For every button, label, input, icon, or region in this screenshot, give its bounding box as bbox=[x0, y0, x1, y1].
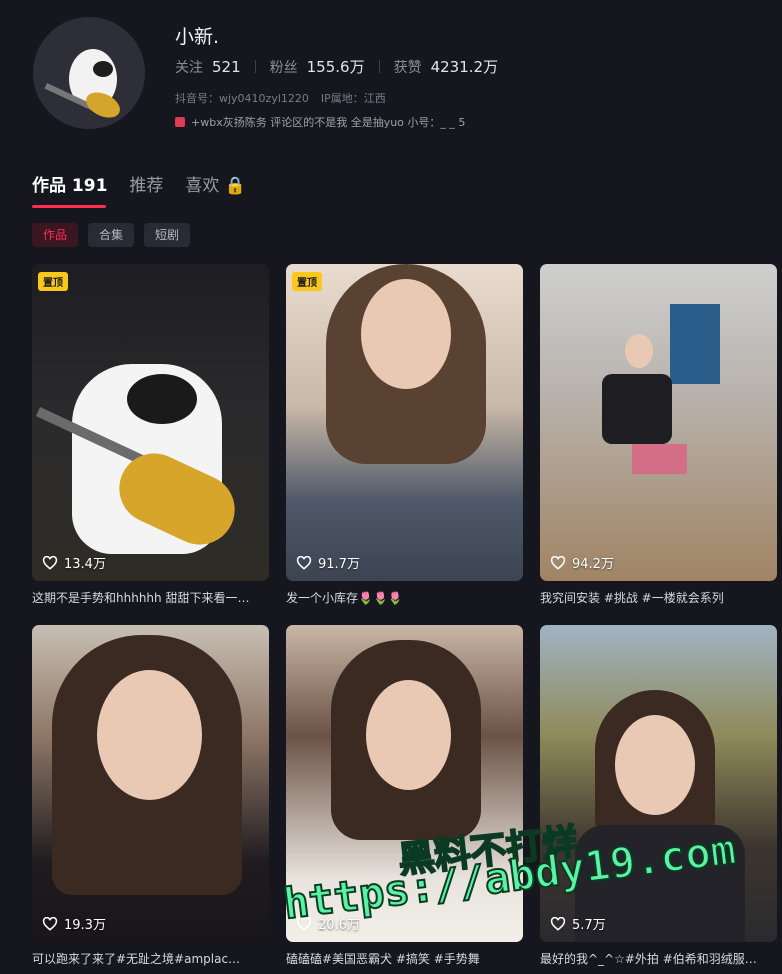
avatar-cat-image bbox=[33, 17, 145, 129]
video-thumbnail[interactable]: 5.7万 bbox=[540, 625, 777, 942]
video-grid: 置顶 13.4万 这期不是手势和hhhhhh 甜甜下来看一… 置顶 91.7万 … bbox=[32, 264, 777, 966]
video-card[interactable]: 19.3万 可以跑来了来了#无趾之境#amplac… bbox=[32, 625, 269, 966]
video-thumbnail[interactable]: 置顶 13.4万 bbox=[32, 264, 269, 581]
stat-label: 粉丝 bbox=[269, 59, 298, 76]
bio-text: +wbx灰扬陈务 评论区的不是我 全是抽yuo 小号：_ _ 5 bbox=[191, 116, 466, 129]
like-count-value: 19.3万 bbox=[64, 918, 106, 933]
profile-tabs: 作品 191 推荐 喜欢 🔒 bbox=[32, 171, 246, 196]
like-count: 20.6万 bbox=[296, 914, 360, 933]
like-count-value: 5.7万 bbox=[572, 918, 606, 933]
heart-outline-icon bbox=[42, 916, 58, 931]
tab-recommended[interactable]: 推荐 bbox=[129, 171, 163, 196]
video-caption[interactable]: 发一个小库存🌷🌷🌷 bbox=[286, 589, 523, 606]
video-card[interactable]: 置顶 91.7万 发一个小库存🌷🌷🌷 bbox=[286, 264, 523, 605]
like-count: 94.2万 bbox=[550, 553, 614, 572]
stat-following[interactable]: 关注 521 bbox=[175, 57, 241, 77]
divider bbox=[378, 60, 380, 73]
stat-label: 关注 bbox=[175, 59, 203, 76]
like-count-value: 13.4万 bbox=[64, 557, 106, 572]
tab-works[interactable]: 作品 191 bbox=[32, 171, 107, 196]
stat-value: 521 bbox=[212, 57, 241, 76]
active-tab-indicator bbox=[32, 205, 106, 208]
chip-collections[interactable]: 合集 bbox=[88, 223, 135, 247]
like-count: 91.7万 bbox=[296, 553, 360, 572]
heart-outline-icon bbox=[550, 916, 566, 931]
video-card[interactable]: 置顶 13.4万 这期不是手势和hhhhhh 甜甜下来看一… bbox=[32, 264, 269, 605]
window-shape bbox=[670, 304, 720, 384]
ip-location: IP属地：江西 bbox=[320, 92, 386, 105]
chip-short-drama[interactable]: 短剧 bbox=[144, 223, 191, 247]
sweater-shape bbox=[602, 374, 672, 444]
face-shape bbox=[366, 680, 451, 790]
face-shape bbox=[615, 715, 695, 815]
profile-bio: +wbx灰扬陈务 评论区的不是我 全是抽yuo 小号：_ _ 5 bbox=[175, 114, 465, 130]
stat-label: 获赞 bbox=[393, 59, 422, 76]
face-shape bbox=[625, 334, 653, 368]
stat-value: 155.6万 bbox=[306, 58, 365, 76]
video-caption[interactable]: 最好的我^_^☆#外拍 #伯希和羽绒服… bbox=[540, 950, 777, 967]
account-id: 抖音号：wjy0410zyl1220 bbox=[175, 92, 309, 105]
video-thumbnail[interactable]: 置顶 91.7万 bbox=[286, 264, 523, 581]
chip-works[interactable]: 作品 bbox=[32, 223, 79, 247]
video-caption[interactable]: 这期不是手势和hhhhhh 甜甜下来看一… bbox=[32, 589, 269, 606]
heart-outline-icon bbox=[296, 555, 312, 570]
video-card[interactable]: 94.2万 我究间安装 #挑战 #一楼就会系列 bbox=[540, 264, 777, 605]
stat-value: 4231.2万 bbox=[430, 58, 499, 76]
video-caption[interactable]: 可以跑来了来了#无趾之境#amplac… bbox=[32, 950, 269, 967]
like-count: 13.4万 bbox=[42, 553, 106, 572]
stat-likes: 获赞 4231.2万 bbox=[394, 56, 499, 77]
video-card[interactable]: 5.7万 最好的我^_^☆#外拍 #伯希和羽绒服… bbox=[540, 625, 777, 966]
like-count: 19.3万 bbox=[42, 914, 106, 933]
profile-meta: 抖音号：wjy0410zyl1220 IP属地：江西 bbox=[175, 90, 386, 106]
video-thumbnail[interactable]: 19.3万 bbox=[32, 625, 269, 942]
face-shape bbox=[361, 279, 451, 389]
heart-outline-icon bbox=[42, 555, 58, 570]
profile-stats: 关注 521 粉丝 155.6万 获赞 4231.2万 bbox=[175, 56, 498, 77]
video-caption[interactable]: 我究间安装 #挑战 #一楼就会系列 bbox=[540, 589, 777, 606]
video-thumbnail[interactable]: 20.6万 bbox=[286, 625, 523, 942]
filter-chips: 作品 合集 短剧 bbox=[32, 223, 191, 247]
video-caption[interactable]: 磕磕磕#美国恶霸犬 #搞笑 #手势舞 bbox=[286, 950, 523, 967]
face-shape bbox=[97, 670, 202, 800]
cat-spot bbox=[127, 374, 197, 424]
pinned-badge: 置顶 bbox=[38, 272, 68, 291]
like-count-value: 91.7万 bbox=[318, 557, 360, 572]
pinned-badge: 置顶 bbox=[292, 272, 322, 291]
heart-outline-icon bbox=[550, 555, 566, 570]
avatar[interactable] bbox=[33, 17, 145, 129]
bio-badge-icon bbox=[175, 117, 185, 127]
divider bbox=[254, 60, 256, 73]
stat-followers[interactable]: 粉丝 155.6万 bbox=[270, 56, 365, 77]
video-card[interactable]: 20.6万 磕磕磕#美国恶霸犬 #搞笑 #手势舞 bbox=[286, 625, 523, 966]
like-count: 5.7万 bbox=[550, 914, 606, 933]
username: 小新. bbox=[175, 26, 220, 48]
tab-liked[interactable]: 喜欢 🔒 bbox=[185, 171, 246, 196]
video-thumbnail[interactable]: 94.2万 bbox=[540, 264, 777, 581]
like-count-value: 94.2万 bbox=[572, 557, 614, 572]
skirt-shape bbox=[632, 444, 687, 474]
heart-outline-icon bbox=[296, 916, 312, 931]
like-count-value: 20.6万 bbox=[318, 918, 360, 933]
